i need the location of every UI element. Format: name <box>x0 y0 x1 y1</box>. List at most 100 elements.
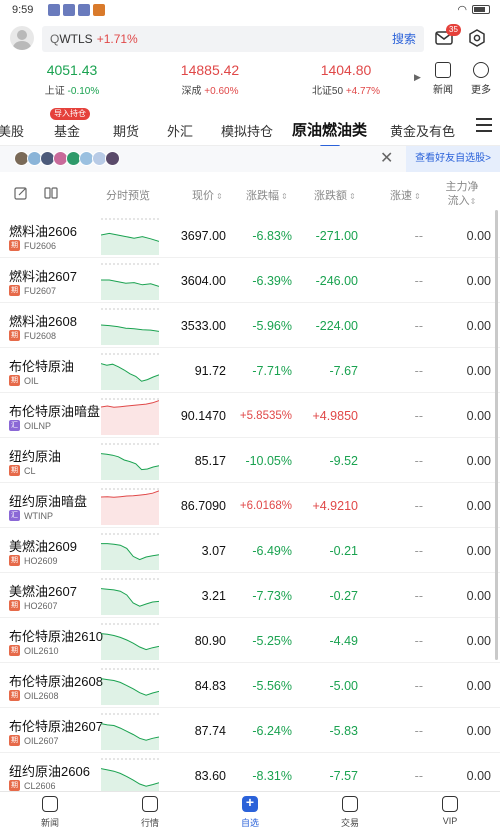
nav-news[interactable]: 新闻 <box>30 796 70 829</box>
instrument-name: 纽约原油 <box>9 449 62 464</box>
change-amt-value: -5.00 <box>329 679 359 693</box>
instrument-name: 燃料油2606 <box>9 224 77 239</box>
speed-value: -- <box>414 499 423 513</box>
change-pct-value: -8.31% <box>252 769 292 783</box>
bottom-navigation: 新闻 行情 自选 交易 VIP <box>0 791 500 833</box>
index-label: 上证 -0.10% <box>44 86 100 97</box>
index-shenzhen[interactable]: 14885.42 深成 +0.60% <box>176 62 244 97</box>
instrument-name: 美燃油2609 <box>9 539 77 554</box>
more-button[interactable]: 更多 <box>468 62 494 96</box>
sparkline-area <box>101 678 159 705</box>
avatar[interactable] <box>10 26 34 50</box>
trend-sparkline <box>101 668 159 705</box>
market-tag: 期 <box>9 465 20 476</box>
net-inflow-value: 0.00 <box>466 274 491 288</box>
instrument-name: 纽约原油暗盘 <box>9 494 88 509</box>
column-price[interactable]: 现价 ⇕ <box>192 187 223 203</box>
status-bar: 9:59 ◠ <box>0 0 500 22</box>
table-row[interactable]: 燃料油2608 期 FU2608 3533.00 -5.96% -224.00 -- 0.00 <box>0 303 500 348</box>
scrollbar[interactable] <box>495 210 498 660</box>
nav-vip[interactable]: VIP <box>430 796 470 826</box>
net-inflow-value: 0.00 <box>466 634 491 648</box>
change-pct-value: -6.49% <box>252 544 292 558</box>
nav-market[interactable]: 行情 <box>130 796 170 829</box>
close-icon[interactable]: ✕ <box>380 148 393 168</box>
instrument-code: 期 OIL <box>9 375 39 386</box>
column-trend-preview: 分时预览 <box>106 190 150 202</box>
tab-gold-nonferrous[interactable]: 黄金及有色 <box>390 121 455 140</box>
net-inflow-value: 0.00 <box>466 319 491 333</box>
notification-icons <box>48 4 105 16</box>
tab-us-stocks[interactable]: 美股 <box>0 121 24 140</box>
table-row[interactable]: 布伦特原油2608 期 OIL2608 84.83 -5.56% -5.00 -- 0.00 <box>0 663 500 708</box>
tab-funds[interactable]: 基金 <box>54 121 80 140</box>
gear-icon[interactable] <box>468 29 486 47</box>
table-row[interactable]: 布伦特原油2610 期 OIL2610 80.90 -5.25% -4.49 -- 0.00 <box>0 618 500 663</box>
table-row[interactable]: 美燃油2607 期 HO2607 3.21 -7.73% -0.27 -- 0.00 <box>0 573 500 618</box>
search-button[interactable]: 搜索 <box>392 26 416 52</box>
trend-sparkline <box>101 533 159 570</box>
view-friends-watchlist-button[interactable]: 查看好友自选股> <box>406 146 500 172</box>
edit-icon[interactable] <box>14 186 28 200</box>
index-label: 北证50 +4.77% <box>311 86 381 97</box>
tab-forex[interactable]: 外汇 <box>167 121 193 140</box>
instrument-name: 布伦特原油 <box>9 359 75 374</box>
column-main-net-inflow[interactable]: 主力净 流入⇕ <box>440 180 484 209</box>
market-tag: 汇 <box>9 510 20 521</box>
market-tag: 期 <box>9 240 20 251</box>
market-tag: 期 <box>9 735 20 746</box>
tab-crude-fuel-oil[interactable]: 原油燃油类 <box>292 119 367 140</box>
sparkline-area <box>101 633 159 660</box>
price-value: 85.17 <box>194 454 226 468</box>
speed-value: -- <box>414 544 423 558</box>
speed-value: -- <box>414 364 423 378</box>
columns-icon[interactable] <box>44 186 58 200</box>
table-row[interactable]: 布伦特原油2607 期 OIL2607 87.74 -6.24% -5.83 -- 0.00 <box>0 708 500 753</box>
tab-futures[interactable]: 期货 <box>113 121 139 140</box>
trend-sparkline <box>101 308 159 345</box>
net-inflow-value: 0.00 <box>466 544 491 558</box>
table-row[interactable]: 纽约原油暗盘汇 WTINP 86.7090 +6.0168% +4.9210 -- 0.00 <box>0 483 500 528</box>
table-row[interactable]: 燃料油2607 期 FU2607 3604.00 -6.39% -246.00 -- 0.00 <box>0 258 500 303</box>
change-amt-value: -7.57 <box>329 769 359 783</box>
instrument-code: 期 OIL2608 <box>9 690 59 701</box>
instrument-code: 期 OIL2607 <box>9 735 59 746</box>
nav-trade[interactable]: 交易 <box>330 796 370 829</box>
table-row[interactable]: 美燃油2609 期 HO2609 3.07 -6.49% -0.21 -- 0.00 <box>0 528 500 573</box>
instrument-name: 纽约原油2606 <box>9 764 90 779</box>
instrument-name: 美燃油2607 <box>9 584 77 599</box>
news-button[interactable]: 新闻 <box>430 62 456 96</box>
column-change-pct[interactable]: 涨跌幅 ⇕ <box>246 187 288 203</box>
table-header: 分时预览 现价 ⇕ 涨跌幅 ⇕ 涨跌额 ⇕ 涨速 ⇕ 主力净 流入⇕ <box>0 176 500 212</box>
market-tag: 期 <box>9 600 20 611</box>
menu-icon[interactable] <box>476 118 492 132</box>
table-row[interactable]: 纽约原油期 CL 85.17 -10.05% -9.52 -- 0.00 <box>0 438 500 483</box>
trend-sparkline <box>101 443 159 480</box>
market-index-row: 4051.43 上证 -0.10% 14885.42 深成 +0.60% 140… <box>0 58 500 100</box>
import-holdings-tag[interactable]: 导入持仓 <box>50 108 90 120</box>
net-inflow-value: 0.00 <box>466 589 491 603</box>
tab-simulated-holdings[interactable]: 模拟持仓 <box>221 121 273 140</box>
trade-icon <box>342 796 358 812</box>
index-beijing50[interactable]: 1404.80 北证50 +4.77% <box>310 62 382 97</box>
nav-watchlist[interactable]: 自选 <box>230 794 270 829</box>
index-label: 深成 +0.60% <box>181 86 239 97</box>
table-row[interactable]: 燃料油2606 期 FU2606 3697.00 -6.83% -271.00 -- 0.00 <box>0 213 500 258</box>
speed-value: -- <box>414 229 423 243</box>
column-change-amt[interactable]: 涨跌额 ⇕ <box>314 187 356 203</box>
market-tag: 期 <box>9 780 20 791</box>
friend-avatars[interactable] <box>14 151 120 166</box>
table-row[interactable]: 布伦特原油期 OIL 91.72 -7.71% -7.67 -- 0.00 <box>0 348 500 393</box>
speed-value: -- <box>414 589 423 603</box>
search-input[interactable]: QWTLS +1.71% 搜索 <box>42 26 424 52</box>
column-speed[interactable]: 涨速 ⇕ <box>390 187 421 203</box>
table-row[interactable]: 布伦特原油暗盘汇 OILNP 90.1470 +5.8535% +4.9850 -- 0.0… <box>0 393 500 438</box>
change-pct-value: -5.25% <box>252 634 292 648</box>
index-shanghai[interactable]: 4051.43 上证 -0.10% <box>44 62 100 97</box>
chevron-right-icon[interactable]: ▶ <box>414 72 421 83</box>
app-notification-icon <box>48 4 60 16</box>
instrument-code: 汇 WTINP <box>9 510 53 521</box>
index-value: 14885.42 <box>180 62 240 78</box>
search-icon: Q <box>50 32 60 46</box>
sparkline-area <box>101 453 159 480</box>
